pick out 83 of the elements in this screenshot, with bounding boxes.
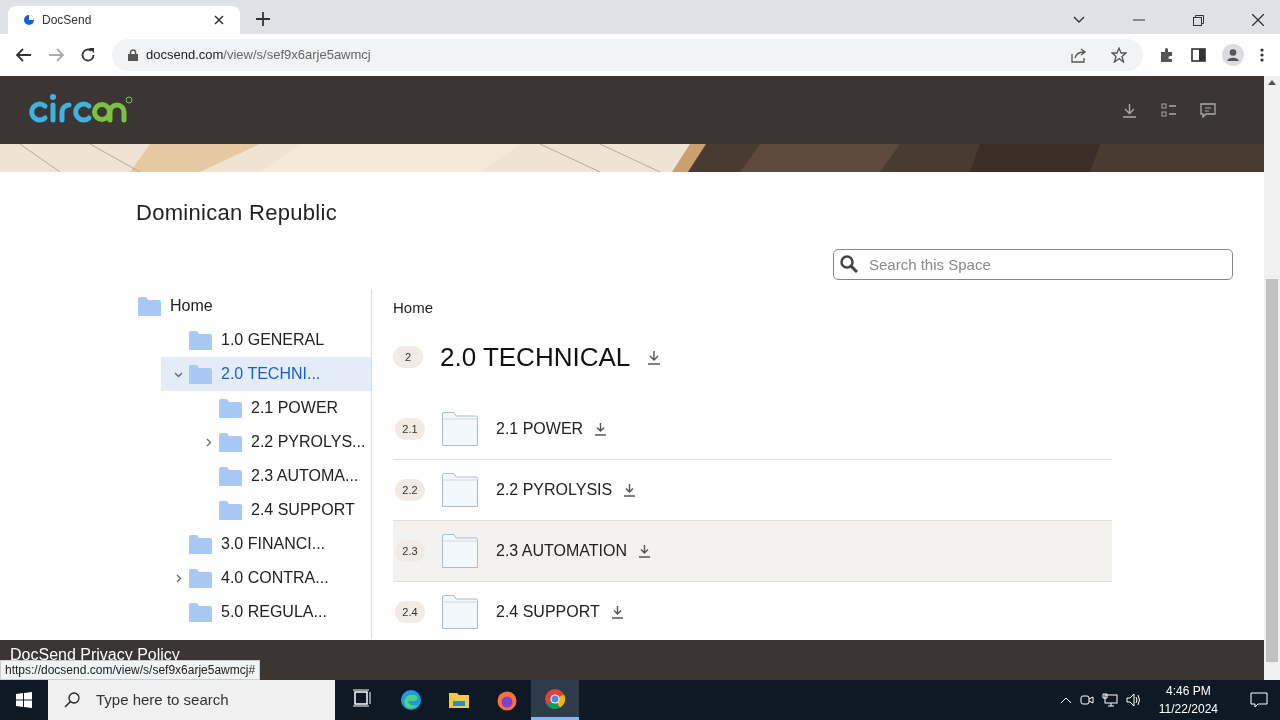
download-icon[interactable] [610,604,624,619]
download-icon[interactable] [647,349,662,365]
folder-row[interactable]: 2.3 2.3 AUTOMATION [393,520,1112,582]
download-icon[interactable] [638,543,651,558]
tree-item[interactable]: 5.0 REGULA... [161,595,371,630]
scrollbar[interactable] [1264,76,1280,680]
folder-icon [219,432,242,452]
new-tab-icon[interactable] [256,12,270,26]
folder-row[interactable]: 2.1 2.1 POWER [393,398,1112,460]
network-icon[interactable] [1101,693,1118,707]
list-icon[interactable] [1161,103,1176,117]
tree-item[interactable]: 4.0 CONTRA... [161,561,371,596]
edge-browser-icon [400,689,422,711]
firefox-icon [496,689,518,711]
folder-number: 2.1 [395,417,425,440]
folder-row[interactable]: 2.2 2.2 PYROLYSIS [393,459,1112,521]
folder-icon [189,364,212,384]
taskbar-app-button[interactable] [531,680,579,720]
folder-number: 2.3 [395,539,425,562]
reload-icon[interactable] [80,47,96,63]
folder-title: 2.0 TECHNICAL [440,340,631,374]
folder-icon [189,602,212,622]
clock[interactable]: 4:46 PM 11/22/2024 [1158,682,1218,718]
camera-icon[interactable] [1079,693,1094,707]
tree-item[interactable]: 3.0 FINANCI... [161,527,371,562]
search-icon [64,692,80,708]
close-icon[interactable] [1252,14,1264,26]
tree-item[interactable]: 2.1 POWER [191,391,371,426]
windows-start-icon[interactable] [16,692,32,708]
lock-icon [128,49,138,61]
folder-icon [442,533,478,568]
chat-icon[interactable] [1200,102,1216,118]
status-url-tooltip: https://docsend.com/view/s/sef9x6arje5awmcj# [0,660,261,680]
taskbar-search-field[interactable]: Type here to search [48,680,335,720]
folder-icon [442,594,478,629]
tree-item[interactable]: 1.0 GENERAL [161,323,371,358]
search-icon [840,255,858,274]
folder-icon [189,534,212,554]
folder-icon [219,398,242,418]
scroll-up-icon[interactable] [1268,80,1276,85]
restore-icon[interactable] [1193,14,1204,26]
folder-icon [219,500,242,520]
extensions-icon[interactable] [1159,47,1175,63]
folder-name-link[interactable]: 2.4 SUPPORT [496,599,600,624]
space-title: Dominican Republic [136,199,339,227]
download-icon[interactable] [623,482,637,497]
folder-icon [138,296,161,316]
breadcrumb-link[interactable]: Home [393,297,1112,320]
profile-icon[interactable] [1222,44,1244,66]
tree-item[interactable]: 2.4 SUPPORT [191,493,371,528]
speaker-icon[interactable] [1125,693,1143,707]
back-icon[interactable] [16,48,32,62]
chrome-icon [544,687,566,710]
chevron-down-icon[interactable] [1073,16,1085,24]
folder-number: 2.4 [395,600,425,623]
folder-number: 2 [393,346,423,369]
star-icon[interactable] [1111,47,1127,63]
chevron-up-icon[interactable] [1059,696,1072,704]
folder-icon [442,411,478,446]
folder-icon [189,568,212,588]
tree-item[interactable]: 2.3 AUTOMA... [191,459,371,494]
tree-item[interactable]: 2.0 TECHNI... [161,357,371,392]
folder-name-link[interactable]: 2.3 AUTOMATION [496,538,627,563]
folder-name-link[interactable]: 2.2 PYROLYSIS [496,477,613,502]
scroll-thumb[interactable] [1266,279,1278,662]
close-icon[interactable] [214,15,224,25]
download-icon[interactable] [1122,102,1137,118]
folder-name-link[interactable]: 2.1 POWER [496,416,584,441]
tree-item[interactable]: 2.2 PYROLYS... [191,425,371,460]
url-text: docsend.com/view/s/sef9x6arje5awmcj [146,46,372,65]
share-icon[interactable] [1071,47,1087,63]
address-bar[interactable]: docsend.com/view/s/sef9x6arje5awmcj [112,39,1143,71]
notification-icon[interactable] [1250,692,1268,708]
folder-icon [219,466,242,486]
folder-icon [189,330,212,350]
side-panel-icon[interactable] [1191,48,1206,62]
folder-number: 2.2 [395,478,425,501]
tree-item[interactable]: Home [136,289,371,324]
download-icon[interactable] [594,421,608,436]
docsend-tab-icon [24,15,34,25]
search-field[interactable]: Search this Space [833,249,1233,281]
folder-icon [442,472,478,507]
menu-icon[interactable] [1260,48,1264,62]
